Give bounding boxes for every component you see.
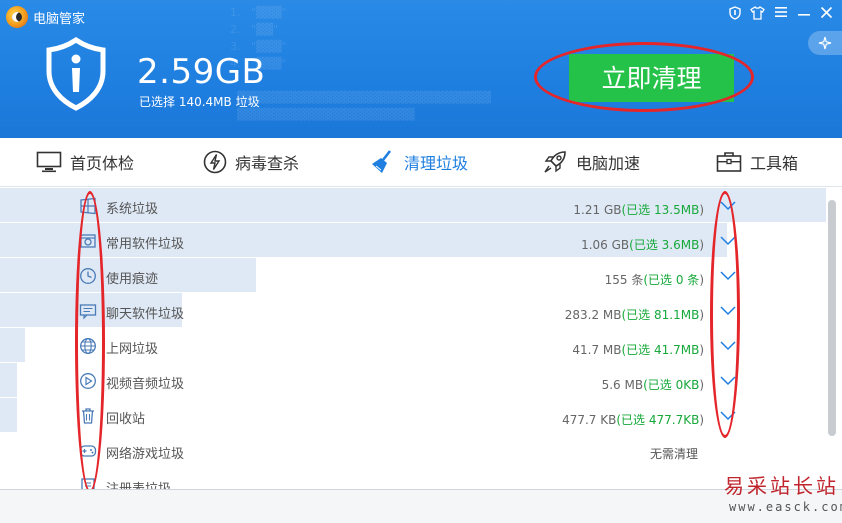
main-nav: 首页体检 病毒查杀 清理垃圾 电脑加速 工具箱 (0, 138, 842, 187)
junk-row-size: 1.06 GB(已选 3.6MB) (581, 238, 704, 252)
tab-label: 清理垃圾 (404, 154, 469, 173)
junk-row-size: 1.21 GB(已选 13.5MB) (573, 203, 704, 217)
rocket-icon (542, 149, 568, 175)
junk-category-list: 系统垃圾 1.21 GB(已选 13.5MB) 常用软件垃圾 1.06 GB(已… (0, 187, 826, 489)
junk-row-name: 系统垃圾 (106, 202, 159, 217)
junk-row-name: 聊天软件垃圾 (106, 307, 185, 322)
toolbox-icon (716, 151, 742, 173)
footer-bar (0, 490, 842, 523)
junk-row-video-audio[interactable]: 视频音频垃圾 5.6 MB(已选 0KB) (0, 363, 826, 397)
junk-row-size: 41.7 MB(已选 41.7MB) (572, 343, 704, 357)
watermark-url: www.easck.com (729, 500, 842, 514)
background-texture: 1. "▓▓▓" 2. "▓▓" 3. "▓▓▓" 4. "▓▓▓" ▓▓▓▓▓▓▓▓… (230, 6, 491, 121)
header: 1. "▓▓▓" 2. "▓▓" 3. "▓▓▓" 4. "▓▓▓" ▓▓▓▓▓▓▓▓… (0, 0, 842, 138)
junk-row-size: 283.2 MB(已选 81.1MB) (564, 308, 704, 322)
junk-row-name: 注册表垃圾 (106, 478, 171, 489)
app-title: 电脑管家 (33, 12, 86, 27)
tab-toolbox[interactable]: 工具箱 (716, 138, 798, 186)
shield-logo-icon (44, 36, 108, 115)
junk-row-recycle-bin[interactable]: 回收站 477.7 KB(已选 477.7KB) (0, 398, 826, 432)
junk-row-size: 155 条(已选 0 条) (604, 273, 704, 287)
junk-row-name: 上网垃圾 (106, 342, 159, 357)
junk-row-chat-software[interactable]: 聊天软件垃圾 283.2 MB(已选 81.1MB) (0, 293, 826, 327)
junk-row-size: 477.7 KB(已选 477.7KB) (562, 413, 704, 427)
scan-progress-bar (0, 398, 17, 432)
junk-row-internet[interactable]: 上网垃圾 41.7 MB(已选 41.7MB) (0, 328, 826, 362)
tab-virus-scan[interactable]: 病毒查杀 (203, 138, 299, 186)
tab-label: 首页体检 (70, 154, 135, 173)
minimize-icon[interactable] (795, 6, 813, 24)
junk-row-online-games[interactable]: 网络游戏垃圾 无需清理 (0, 433, 826, 467)
app-logo (6, 6, 28, 28)
list-scrollbar[interactable] (828, 200, 836, 436)
selected-junk-summary: 已选择 140.4MB 垃圾 (139, 95, 260, 109)
tab-clean-junk[interactable]: 清理垃圾 (370, 138, 468, 186)
broom-icon (370, 149, 396, 175)
lightning-icon (203, 150, 227, 174)
menu-icon[interactable] (772, 6, 790, 24)
scan-progress-bar (0, 328, 25, 362)
junk-row-name: 常用软件垃圾 (106, 237, 185, 252)
total-junk-size: 2.59GB (137, 52, 266, 92)
junk-row-registry[interactable]: 注册表垃圾 (0, 468, 826, 489)
junk-row-status: 无需清理 (650, 447, 699, 461)
junk-row-name: 视频音频垃圾 (106, 377, 185, 392)
tab-home-checkup[interactable]: 首页体检 (36, 138, 134, 186)
scan-progress-bar (0, 363, 17, 397)
watermark-site-name: 易采站长站 (724, 474, 839, 498)
junk-row-system[interactable]: 系统垃圾 1.21 GB(已选 13.5MB) (0, 188, 826, 222)
shirt-icon[interactable] (748, 6, 766, 24)
junk-row-usage-traces[interactable]: 使用痕迹 155 条(已选 0 条) (0, 258, 826, 292)
close-icon[interactable] (817, 6, 835, 24)
tab-label: 工具箱 (750, 154, 799, 173)
sparkle-icon[interactable] (808, 31, 842, 55)
junk-row-name: 使用痕迹 (106, 272, 159, 287)
junk-row-name: 回收站 (106, 412, 146, 427)
junk-row-software[interactable]: 常用软件垃圾 1.06 GB(已选 3.6MB) (0, 223, 826, 257)
annotation-oval-expand-arrows (710, 191, 740, 438)
tab-label: 病毒查杀 (235, 154, 300, 173)
shield-icon[interactable] (726, 6, 744, 24)
annotation-oval-category-icons (75, 191, 105, 493)
tab-label: 电脑加速 (576, 154, 641, 173)
tab-speed-up[interactable]: 电脑加速 (542, 138, 640, 186)
annotation-oval-clean-button (534, 42, 754, 112)
pc-manager-window: 1. "▓▓▓" 2. "▓▓" 3. "▓▓▓" 4. "▓▓▓" ▓▓▓▓▓▓▓▓… (0, 0, 842, 523)
junk-row-name: 网络游戏垃圾 (106, 447, 185, 462)
junk-row-size: 5.6 MB(已选 0KB) (601, 378, 704, 392)
monitor-icon (36, 151, 62, 173)
